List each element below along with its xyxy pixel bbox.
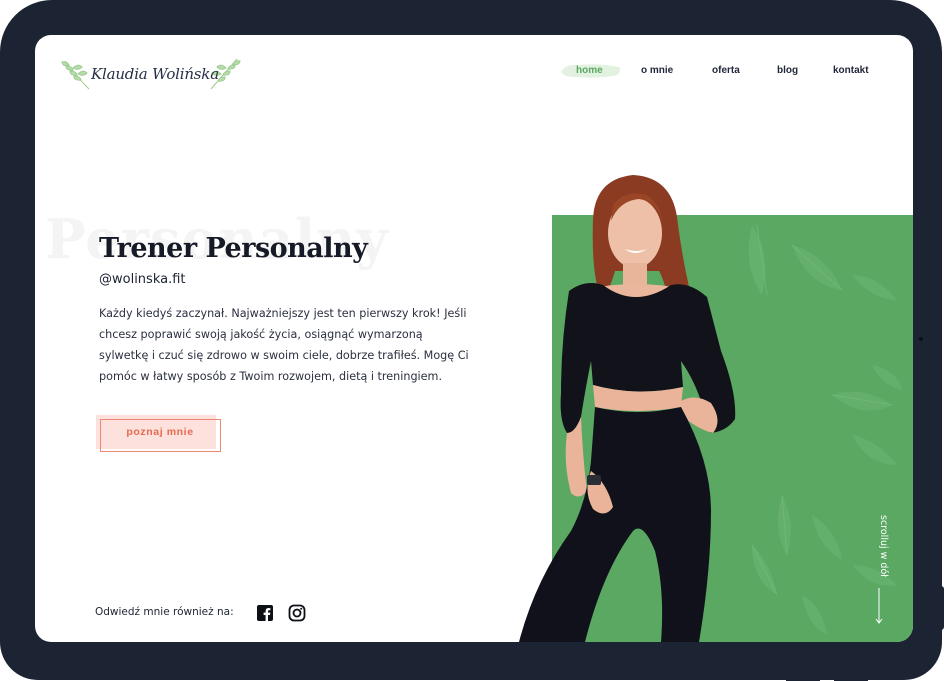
nav-blog[interactable]: blog (777, 65, 798, 76)
hero-description: Każdy kiedyś zaczynał. Najważniejszy jes… (99, 307, 469, 383)
arrow-down-icon[interactable] (871, 588, 887, 626)
nav-kontakt[interactable]: kontakt (833, 65, 869, 76)
hero-title: Trener Personalny (99, 233, 368, 264)
tablet-volume-button (834, 677, 868, 681)
website-screen: Klaudia Wolińska home o mnie oferta blog… (35, 35, 913, 642)
scroll-hint-label: scrolluj w dół (878, 515, 889, 577)
tablet-camera (919, 337, 923, 341)
instagram-icon[interactable] (288, 604, 306, 622)
tablet-volume-button (786, 677, 820, 681)
poznaj-mnie-button[interactable]: poznaj mnie (96, 415, 222, 452)
scroll-hint[interactable]: scrolluj w dół (870, 515, 890, 585)
facebook-icon[interactable] (257, 605, 273, 621)
nav-o-mnie[interactable]: o mnie (641, 65, 673, 76)
trainer-photo (519, 175, 736, 642)
instagram-handle: @wolinska.fit (99, 272, 186, 287)
nav-home[interactable]: home (576, 65, 603, 76)
cta-label: poznaj mnie (126, 426, 194, 438)
nav-oferta[interactable]: oferta (712, 65, 740, 76)
tablet-side-button (939, 586, 944, 630)
main-navigation: home o mnie oferta blog kontakt (35, 64, 913, 81)
social-label: Odwiedź mnie również na: (95, 606, 234, 618)
